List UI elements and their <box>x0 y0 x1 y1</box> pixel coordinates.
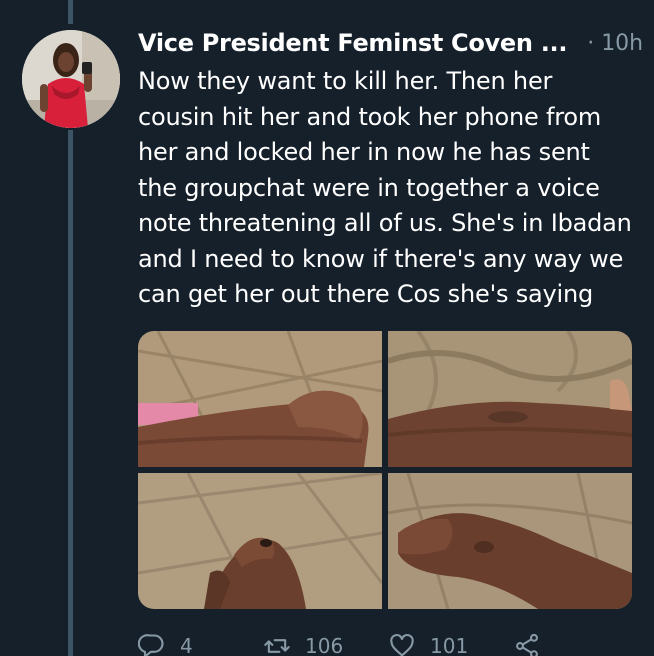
retweet-button[interactable]: 106 <box>263 632 388 656</box>
tweet-meta: · 10h <box>587 31 643 56</box>
share-button[interactable] <box>513 632 638 656</box>
tweet-header: Vice President Feminst Coven ... · 10h <box>138 26 643 60</box>
tweet-actions: 4 106 101 <box>138 632 638 656</box>
avatar[interactable] <box>22 30 120 128</box>
reply-count: 4 <box>180 634 193 656</box>
photo-4[interactable] <box>388 473 632 609</box>
photo-3[interactable] <box>138 473 382 609</box>
photo-2[interactable] <box>388 331 632 467</box>
tweet-text: Now they want to kill her. Then her cous… <box>138 67 632 308</box>
like-button[interactable]: 101 <box>388 632 513 656</box>
display-name[interactable]: Vice President Feminst Coven ... <box>138 29 567 57</box>
share-icon <box>516 633 538 656</box>
retweet-icon <box>264 639 290 653</box>
thread-line-bottom <box>68 130 73 656</box>
reply-button[interactable]: 4 <box>138 632 263 656</box>
like-count: 101 <box>430 634 469 656</box>
photo-1[interactable] <box>138 331 382 467</box>
timestamp[interactable]: 10h <box>601 31 643 56</box>
retweet-count: 106 <box>305 634 344 656</box>
media-grid <box>138 331 632 609</box>
heart-icon <box>390 633 414 656</box>
separator: · <box>587 30 595 56</box>
reply-icon <box>138 634 164 656</box>
avatar-photo <box>22 30 120 128</box>
thread-line-top <box>68 0 73 24</box>
